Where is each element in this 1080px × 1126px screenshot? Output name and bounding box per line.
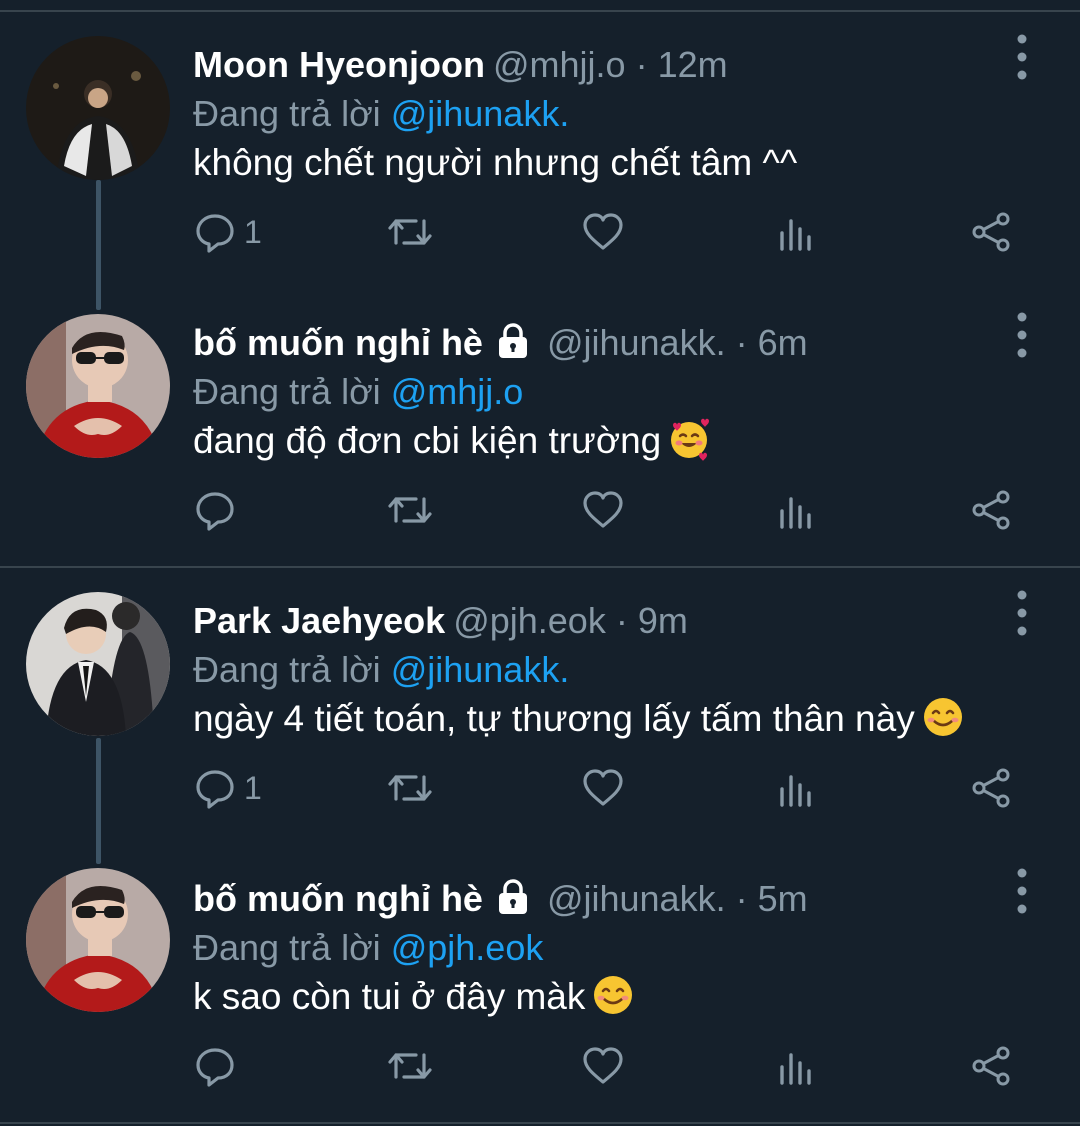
tweet-text: ngày 4 tiết toán, tự thương lấy tấm thân… — [193, 684, 965, 754]
user-handle[interactable]: @mhjj.o — [493, 44, 626, 85]
avatar[interactable] — [26, 36, 170, 180]
like-button[interactable] — [582, 758, 624, 818]
lock-icon — [495, 878, 531, 928]
more-options-icon[interactable] — [1008, 582, 1036, 642]
reply-button[interactable] — [194, 1036, 244, 1096]
smiling-face-icon — [921, 692, 965, 762]
user-handle[interactable]: @jihunakk. — [547, 878, 726, 919]
analytics-icon — [780, 775, 811, 807]
share-button[interactable] — [970, 758, 1012, 818]
retweet-icon — [388, 219, 432, 245]
reply-icon — [196, 770, 234, 809]
separator-dot: · — [635, 44, 648, 85]
reply-icon — [196, 1048, 234, 1087]
separator-dot: · — [735, 322, 748, 363]
timestamp[interactable]: 5m — [758, 878, 808, 919]
user-handle[interactable]: @jihunakk. — [547, 322, 726, 363]
display-name[interactable]: bố muốn nghỉ hè — [193, 322, 483, 363]
timestamp[interactable]: 6m — [758, 322, 808, 363]
tweet[interactable]: Park Jaehyeok @pjh.eok · 9m Đang trả lời … — [0, 568, 1080, 846]
more-options-icon[interactable] — [1008, 26, 1036, 86]
analytics-button[interactable] — [778, 758, 814, 818]
reply-count: 1 — [244, 769, 262, 806]
tweet[interactable]: bố muốn nghỉ hè @jihunakk. · 5m Đang trả … — [0, 846, 1080, 1124]
smiling-face-icon — [591, 970, 635, 1040]
user-handle[interactable]: @pjh.eok — [453, 600, 606, 641]
avatar[interactable] — [26, 314, 170, 458]
retweet-icon — [388, 1053, 432, 1079]
retweet-button[interactable] — [386, 758, 434, 818]
smiling-face-with-hearts-icon — [667, 414, 711, 484]
retweet-button[interactable] — [386, 202, 434, 262]
share-button[interactable] — [970, 480, 1012, 540]
share-button[interactable] — [970, 1036, 1012, 1096]
bottom-divider — [0, 1122, 1080, 1124]
analytics-button[interactable] — [778, 480, 814, 540]
reply-button[interactable]: 1 — [194, 202, 262, 262]
tweet-text-content: đang độ đơn cbi kiện trường — [193, 420, 662, 461]
heart-icon — [583, 491, 623, 528]
tweet-header: Park Jaehyeok @pjh.eok · 9m — [193, 596, 688, 646]
like-button[interactable] — [582, 202, 624, 262]
tweet-text-content: không chết người nhưng chết tâm ^^ — [193, 142, 798, 183]
share-icon — [972, 1046, 1010, 1086]
heart-icon — [583, 769, 623, 806]
tweet-header: bố muốn nghỉ hè @jihunakk. · 6m — [193, 318, 808, 368]
retweet-icon — [388, 497, 432, 523]
tweet-text: đang độ đơn cbi kiện trường — [193, 406, 711, 476]
timestamp[interactable]: 9m — [638, 600, 688, 641]
tweet-text: k sao còn tui ở đây màk — [193, 962, 635, 1032]
analytics-button[interactable] — [778, 1036, 814, 1096]
reply-icon — [196, 492, 234, 531]
share-icon — [972, 768, 1010, 808]
reply-button[interactable] — [194, 480, 244, 540]
tweet-text-content: k sao còn tui ở đây màk — [193, 976, 586, 1017]
tweet-header: Moon Hyeonjoon @mhjj.o · 12m — [193, 40, 728, 90]
tweet-text: không chết người nhưng chết tâm ^^ — [193, 128, 797, 198]
heart-icon — [583, 213, 623, 250]
display-name[interactable]: bố muốn nghỉ hè — [193, 878, 483, 919]
separator-dot: · — [615, 600, 628, 641]
share-icon — [972, 212, 1010, 252]
analytics-icon — [780, 497, 811, 529]
retweet-icon — [388, 775, 432, 801]
display-name[interactable]: Park Jaehyeok — [193, 600, 445, 641]
like-button[interactable] — [582, 480, 624, 540]
avatar[interactable] — [26, 592, 170, 736]
tweet[interactable]: Moon Hyeonjoon @mhjj.o · 12m Đang trả lời… — [0, 12, 1080, 290]
share-icon — [972, 490, 1010, 530]
like-button[interactable] — [582, 1036, 624, 1096]
analytics-icon — [780, 1053, 811, 1085]
retweet-button[interactable] — [386, 1036, 434, 1096]
tweet-header: bố muốn nghỉ hè @jihunakk. · 5m — [193, 874, 808, 924]
lock-icon — [495, 322, 531, 372]
tweet-text-content: ngày 4 tiết toán, tự thương lấy tấm thân… — [193, 698, 915, 739]
reply-count: 1 — [244, 213, 262, 250]
reply-icon — [196, 214, 234, 253]
timestamp[interactable]: 12m — [658, 44, 728, 85]
heart-icon — [583, 1047, 623, 1084]
avatar[interactable] — [26, 868, 170, 1012]
share-button[interactable] — [970, 202, 1012, 262]
more-options-icon[interactable] — [1008, 304, 1036, 364]
analytics-icon — [780, 219, 811, 251]
tweet[interactable]: bố muốn nghỉ hè @jihunakk. · 6m Đang trả … — [0, 290, 1080, 568]
display-name[interactable]: Moon Hyeonjoon — [193, 44, 485, 85]
analytics-button[interactable] — [778, 202, 814, 262]
reply-button[interactable]: 1 — [194, 758, 262, 818]
retweet-button[interactable] — [386, 480, 434, 540]
separator-dot: · — [735, 878, 748, 919]
more-options-icon[interactable] — [1008, 860, 1036, 920]
